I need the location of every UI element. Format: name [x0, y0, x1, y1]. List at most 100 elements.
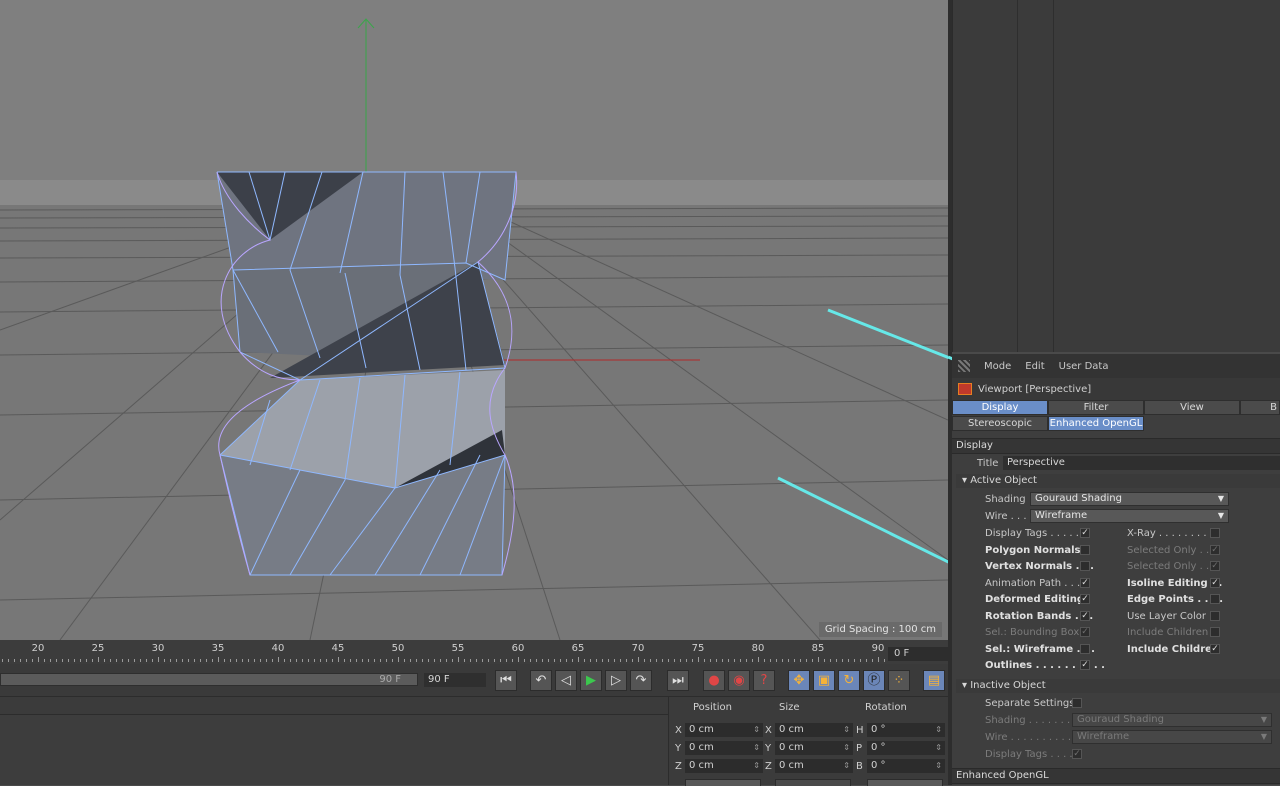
checkbox-include-children-2[interactable]: ✓: [1210, 644, 1220, 654]
checkbox-polygon-normals[interactable]: [1080, 545, 1090, 555]
grip-icon[interactable]: [958, 360, 970, 372]
record-keys-button[interactable]: ●: [703, 670, 725, 691]
tick-mark: [728, 659, 729, 662]
tick-mark: [548, 659, 549, 662]
menu-mode[interactable]: Mode: [984, 361, 1011, 372]
checkbox-isoline-editing[interactable]: ✓: [1210, 578, 1220, 588]
tick-mark: [872, 659, 873, 662]
checkbox-rotation-bands[interactable]: ✓: [1080, 611, 1090, 621]
inactive-shading-dropdown[interactable]: Gouraud Shading ▼: [1072, 713, 1272, 727]
tick-mark: [524, 659, 525, 662]
size-z-field[interactable]: 0 cm: [775, 759, 853, 773]
checkbox-separate-settings[interactable]: [1072, 698, 1082, 708]
tick-mark: [626, 659, 627, 662]
checkbox-edge-points[interactable]: [1210, 594, 1220, 604]
checkbox-sel-bounding-box[interactable]: ✓: [1080, 627, 1090, 637]
shading-dropdown[interactable]: Gouraud Shading ▼: [1030, 492, 1229, 506]
play-button[interactable]: ▶: [580, 670, 602, 691]
tick-mark: [758, 657, 759, 662]
object-manager[interactable]: [952, 0, 1280, 352]
inactive-wire-dropdown[interactable]: Wireframe ▼: [1072, 730, 1272, 744]
checkbox-deformed-editing[interactable]: ✓: [1080, 594, 1090, 604]
scheme-button[interactable]: ▤: [923, 670, 945, 691]
tick-mark: [842, 659, 843, 662]
tick-mark: [284, 659, 285, 662]
pos-y-field[interactable]: 0 cm: [685, 741, 763, 755]
tab-enhanced-opengl[interactable]: Enhanced OpenGL: [1048, 416, 1144, 431]
tab-view[interactable]: View: [1144, 400, 1240, 415]
checkbox-x-ray[interactable]: [1210, 528, 1220, 538]
tick-label: 65: [571, 643, 585, 654]
rot-h-field[interactable]: 0 °: [867, 723, 945, 737]
tick-mark: [776, 659, 777, 662]
tick-mark: [656, 659, 657, 662]
option-display-tags: Display Tags . . . . .: [985, 528, 1079, 539]
checkbox-use-layer-color[interactable]: [1210, 611, 1220, 621]
checkbox-vertex-normals[interactable]: [1080, 561, 1090, 571]
go-to-start-button[interactable]: ⏮: [495, 670, 517, 691]
checkbox-selected-only-1[interactable]: ✓: [1210, 545, 1220, 555]
tick-mark: [98, 657, 99, 662]
material-manager[interactable]: [0, 696, 668, 785]
tick-mark: [146, 659, 147, 662]
active-object-header[interactable]: ▾ Active Object: [956, 474, 1280, 488]
wire-dropdown[interactable]: Wireframe ▼: [1030, 509, 1229, 523]
header-position: Position: [693, 702, 732, 713]
keyframe-selection-button[interactable]: ?: [753, 670, 775, 691]
option-edge-points: Edge Points . . . .: [1127, 594, 1224, 605]
parameter-key-button[interactable]: Ⓟ: [863, 670, 885, 691]
tab-b[interactable]: B: [1240, 400, 1280, 415]
checkbox-outlines[interactable]: ✓: [1080, 660, 1090, 670]
timeline-ruler[interactable]: 20 25 30 35 40 45 50 55 60 65 70 75 80 8…: [0, 640, 948, 664]
pos-x-field[interactable]: 0 cm: [685, 723, 763, 737]
checkbox-display-tags[interactable]: ✓: [1080, 528, 1090, 538]
size-x-field[interactable]: 0 cm: [775, 723, 853, 737]
next-frame-button[interactable]: ▷: [605, 670, 627, 691]
previous-key-button[interactable]: ↶: [530, 670, 552, 691]
rot-b-field[interactable]: 0 °: [867, 759, 945, 773]
tab-filter[interactable]: Filter: [1048, 400, 1144, 415]
menu-edit[interactable]: Edit: [1025, 361, 1044, 372]
tick-mark: [560, 659, 561, 662]
checkbox-inactive-display-tags[interactable]: ✓: [1072, 749, 1082, 759]
end-frame-field[interactable]: 90 F: [424, 673, 486, 687]
tick-label: 60: [511, 643, 525, 654]
tick-mark: [866, 659, 867, 662]
checkbox-selected-only-2[interactable]: ✓: [1210, 561, 1220, 571]
shading-value: Gouraud Shading: [1035, 493, 1122, 504]
tick-mark: [470, 659, 471, 662]
tick-mark: [854, 659, 855, 662]
title-field[interactable]: Perspective: [1003, 456, 1280, 470]
size-y-field[interactable]: 0 cm: [775, 741, 853, 755]
tick-label: 35: [211, 643, 225, 654]
viewport-scene[interactable]: [0, 0, 948, 640]
checkbox-include-children-1[interactable]: [1210, 627, 1220, 637]
rot-p-field[interactable]: 0 °: [867, 741, 945, 755]
tick-mark: [644, 659, 645, 662]
tick-mark: [302, 659, 303, 662]
tick-label: 90: [871, 643, 885, 654]
viewport-perspective[interactable]: Grid Spacing : 100 cm: [0, 0, 948, 640]
viewport-sky: [0, 0, 948, 180]
rotate-key-button[interactable]: ↻: [838, 670, 860, 691]
move-key-button[interactable]: ✥: [788, 670, 810, 691]
checkbox-animation-path[interactable]: ✓: [1080, 578, 1090, 588]
tab-display[interactable]: Display: [952, 400, 1048, 415]
point-level-key-button[interactable]: ⁘: [888, 670, 910, 691]
previous-frame-button[interactable]: ◁: [555, 670, 577, 691]
pos-z-field[interactable]: 0 cm: [685, 759, 763, 773]
scale-key-button[interactable]: ▣: [813, 670, 835, 691]
inactive-object-header[interactable]: ▾ Inactive Object: [956, 679, 1280, 693]
tick-mark: [278, 657, 279, 662]
go-to-end-button[interactable]: ⏭: [667, 670, 689, 691]
tick-mark: [800, 659, 801, 662]
current-frame-field[interactable]: 0 F: [888, 647, 948, 661]
autokey-button[interactable]: ◉: [728, 670, 750, 691]
checkbox-sel-wireframe[interactable]: [1080, 644, 1090, 654]
tick-mark: [440, 659, 441, 662]
menu-user-data[interactable]: User Data: [1059, 361, 1109, 372]
tab-stereoscopic[interactable]: Stereoscopic: [952, 416, 1048, 431]
preview-range-slider[interactable]: 90 F: [0, 673, 418, 686]
next-key-button[interactable]: ↷: [630, 670, 652, 691]
option-x-ray: X-Ray . . . . . . . . . .: [1127, 528, 1220, 539]
